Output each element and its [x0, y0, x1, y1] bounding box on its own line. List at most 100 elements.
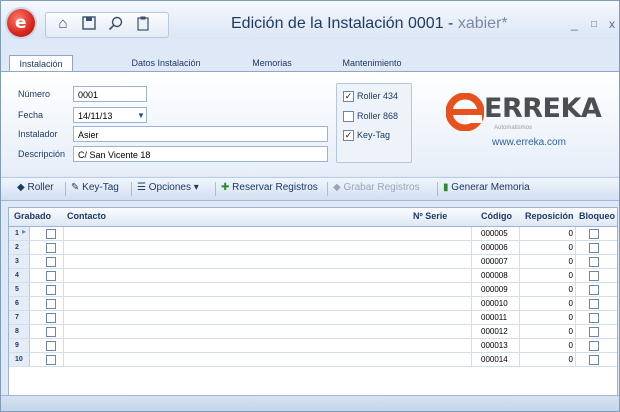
table-row[interactable]: 9 000013 0	[9, 339, 617, 353]
grabado-checkbox[interactable]	[46, 299, 56, 309]
tab-instalacion[interactable]: Instalación	[9, 55, 73, 72]
row-number: 3	[9, 255, 30, 268]
tab-memorias[interactable]: Memorias	[241, 55, 303, 71]
column-divider	[471, 269, 472, 282]
grabar-registros-button[interactable]: ◆ Grabar Registros	[333, 182, 420, 193]
reservar-registros-label: Reservar Registros	[232, 182, 318, 193]
home-icon[interactable]: ⌂	[53, 13, 73, 33]
bloqueo-checkbox[interactable]	[589, 257, 599, 267]
bloqueo-checkbox[interactable]	[589, 229, 599, 239]
grabado-checkbox[interactable]	[46, 285, 56, 295]
toolbar-separator	[65, 182, 66, 196]
table-row[interactable]: 3 000007 0	[9, 255, 617, 269]
table-row[interactable]: 6 000010 0	[9, 297, 617, 311]
toolbar-separator	[215, 182, 216, 196]
minimize-button[interactable]: _	[571, 17, 578, 31]
reposicion-cell[interactable]: 0	[523, 285, 573, 294]
header-contacto[interactable]: Contacto	[67, 211, 106, 221]
numero-label: Número	[18, 89, 51, 99]
header-grabado[interactable]: Grabado	[14, 211, 51, 221]
numero-field[interactable]: 0001	[73, 86, 147, 102]
key-tag-checkbox[interactable]: ✓	[343, 130, 354, 141]
column-divider	[471, 339, 472, 352]
grabado-checkbox[interactable]	[46, 257, 56, 267]
bloqueo-checkbox[interactable]	[589, 355, 599, 365]
column-divider	[63, 297, 64, 310]
roller-434-checkbox[interactable]: ✓	[343, 91, 354, 102]
instalador-field[interactable]: Asier	[73, 126, 328, 142]
grabado-checkbox[interactable]	[46, 313, 56, 323]
grabado-checkbox[interactable]	[46, 327, 56, 337]
logo-wordmark: ERREKA	[484, 93, 602, 124]
grabado-checkbox[interactable]	[46, 271, 56, 281]
column-divider	[63, 311, 64, 324]
app-menu-button[interactable]: e	[7, 9, 35, 37]
column-divider	[63, 353, 64, 366]
restore-button[interactable]: □	[591, 19, 597, 30]
add-icon: ✚	[221, 182, 230, 193]
column-divider	[63, 241, 64, 254]
grabado-checkbox[interactable]	[46, 341, 56, 351]
close-button[interactable]: x	[609, 17, 615, 31]
fecha-field[interactable]: 14/11/13	[73, 107, 147, 123]
status-bar	[1, 395, 619, 411]
table-row[interactable]: 2 000006 0	[9, 241, 617, 255]
table-row[interactable]: 4 000008 0	[9, 269, 617, 283]
bloqueo-checkbox[interactable]	[589, 299, 599, 309]
save-icon[interactable]	[79, 13, 99, 33]
reposicion-cell[interactable]: 0	[523, 271, 573, 280]
header-reposicion[interactable]: Reposición	[525, 211, 574, 221]
reposicion-cell[interactable]: 0	[523, 327, 573, 336]
reposicion-cell[interactable]: 0	[523, 355, 573, 364]
table-row[interactable]: 5 000009 0	[9, 283, 617, 297]
clipboard-icon[interactable]	[133, 13, 153, 33]
roller-button[interactable]: ◆ Roller	[17, 182, 54, 193]
header-serie[interactable]: Nº Serie	[413, 211, 447, 221]
opciones-button[interactable]: ☰ Opciones ▾	[137, 182, 199, 193]
reposicion-cell[interactable]: 0	[523, 299, 573, 308]
header-bloqueo[interactable]: Bloqueo	[579, 211, 615, 221]
generar-memoria-button[interactable]: ▮ Generar Memoria	[443, 182, 530, 193]
key-tag-button[interactable]: ✎ Key-Tag	[71, 182, 119, 193]
bloqueo-checkbox[interactable]	[589, 341, 599, 351]
table-row[interactable]: 1 000005 0 ▸	[9, 227, 617, 241]
records-grid: Grabado Contacto Nº Serie Código Reposic…	[8, 207, 618, 397]
reposicion-cell[interactable]: 0	[523, 341, 573, 350]
tab-datos-instalacion[interactable]: Datos Instalación	[119, 55, 213, 71]
logo-url[interactable]: www.erreka.com	[492, 137, 566, 148]
descripcion-field[interactable]: C/ San Vicente 18	[73, 146, 328, 162]
bloqueo-checkbox[interactable]	[589, 243, 599, 253]
toolbar-separator	[131, 182, 132, 196]
reservar-registros-button[interactable]: ✚ Reservar Registros	[221, 182, 318, 193]
row-selector-icon: ▸	[22, 227, 27, 236]
key-tag-button-label: Key-Tag	[82, 182, 119, 193]
column-divider	[471, 255, 472, 268]
grabado-checkbox[interactable]	[46, 355, 56, 365]
bloqueo-checkbox[interactable]	[589, 327, 599, 337]
grabar-registros-label: Grabar Registros	[343, 182, 420, 193]
roller-868-checkbox[interactable]	[343, 111, 354, 122]
grabado-checkbox[interactable]	[46, 229, 56, 239]
bloqueo-checkbox[interactable]	[589, 285, 599, 295]
fecha-value: 14/11/13	[78, 111, 113, 121]
table-row[interactable]: 7 000011 0	[9, 311, 617, 325]
column-divider	[63, 255, 64, 268]
reposicion-cell[interactable]: 0	[523, 313, 573, 322]
reposicion-cell[interactable]: 0	[523, 229, 573, 238]
toolbar-separator	[327, 182, 328, 196]
search-icon[interactable]	[105, 13, 125, 33]
pencil-icon: ✎	[71, 182, 80, 193]
table-row[interactable]: 8 000012 0	[9, 325, 617, 339]
tab-mantenimiento[interactable]: Mantenimiento	[331, 55, 413, 71]
header-codigo[interactable]: Código	[481, 211, 512, 221]
reposicion-cell[interactable]: 0	[523, 257, 573, 266]
column-divider	[471, 297, 472, 310]
bloqueo-checkbox[interactable]	[589, 313, 599, 323]
table-row[interactable]: 10 000014 0	[9, 353, 617, 367]
grabado-checkbox[interactable]	[46, 243, 56, 253]
row-number: 9	[9, 339, 30, 352]
row-number: 8	[9, 325, 30, 338]
reposicion-cell[interactable]: 0	[523, 243, 573, 252]
chevron-down-icon[interactable]: ▼	[137, 111, 145, 120]
bloqueo-checkbox[interactable]	[589, 271, 599, 281]
